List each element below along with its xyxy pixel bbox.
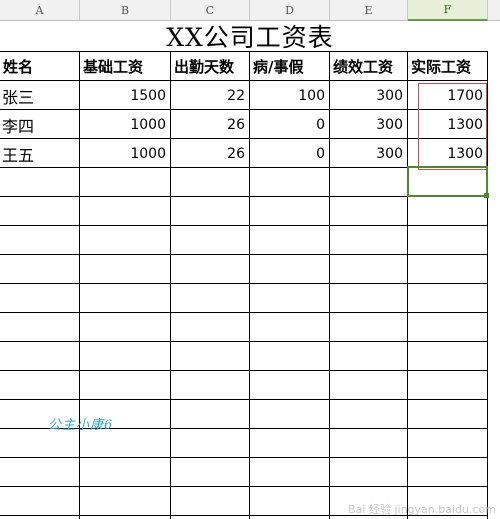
fill-handle[interactable] (484, 193, 489, 198)
table-cell[interactable]: 1700 (408, 81, 487, 110)
header-cell-base-salary[interactable]: 基础工资 (80, 52, 170, 81)
column-header-b[interactable]: B (80, 0, 171, 21)
grid-line (0, 283, 488, 284)
table-cell[interactable]: 100 (250, 81, 329, 110)
table-cell[interactable]: 300 (330, 81, 407, 110)
signature-text: 公主小康6 (48, 418, 114, 433)
grid-line (0, 486, 488, 487)
watermark: Bai 经验 jingyan.baidu.com (348, 503, 496, 516)
grid-line (0, 399, 488, 400)
table-cell[interactable]: 张三 (0, 81, 79, 110)
header-cell-performance-pay[interactable]: 绩效工资 (330, 52, 407, 81)
grid-line (0, 225, 488, 226)
active-cell-selection[interactable] (407, 166, 488, 197)
column-header-f[interactable]: F (408, 0, 488, 21)
header-cell-name[interactable]: 姓名 (0, 52, 79, 81)
grid-line (487, 51, 488, 519)
grid-line (0, 254, 488, 255)
grid-line (0, 341, 488, 342)
column-header-a[interactable]: A (0, 0, 80, 21)
grid-line (0, 312, 488, 313)
column-header-e[interactable]: E (330, 0, 408, 21)
table-cell[interactable]: 26 (171, 139, 249, 168)
table-cell[interactable]: 26 (171, 110, 249, 139)
table-cell[interactable]: 王五 (0, 139, 79, 168)
table-cell[interactable]: 0 (250, 139, 329, 168)
table-cell[interactable]: 1300 (408, 110, 487, 139)
grid-line (0, 457, 488, 458)
table-cell[interactable]: 1500 (80, 81, 170, 110)
table-cell[interactable]: 1300 (408, 139, 487, 168)
header-cell-actual-salary[interactable]: 实际工资 (408, 52, 487, 81)
grid-line (0, 370, 488, 371)
spreadsheet: A B C D E F XX公司工资表 姓名 基础工资 出勤天数 病/事假 绩效… (0, 0, 500, 519)
table-cell[interactable]: 22 (171, 81, 249, 110)
table-cell[interactable]: 300 (330, 110, 407, 139)
column-header-filler (488, 0, 500, 21)
table-cell[interactable]: 300 (330, 139, 407, 168)
header-cell-attendance-days[interactable]: 出勤天数 (171, 52, 249, 81)
table-cell[interactable]: 1000 (80, 139, 170, 168)
table-cell[interactable]: 1000 (80, 110, 170, 139)
header-cell-leave[interactable]: 病/事假 (250, 52, 329, 81)
table-cell[interactable]: 0 (250, 110, 329, 139)
table-cell[interactable]: 李四 (0, 110, 79, 139)
sheet-title[interactable]: XX公司工资表 (0, 21, 500, 52)
